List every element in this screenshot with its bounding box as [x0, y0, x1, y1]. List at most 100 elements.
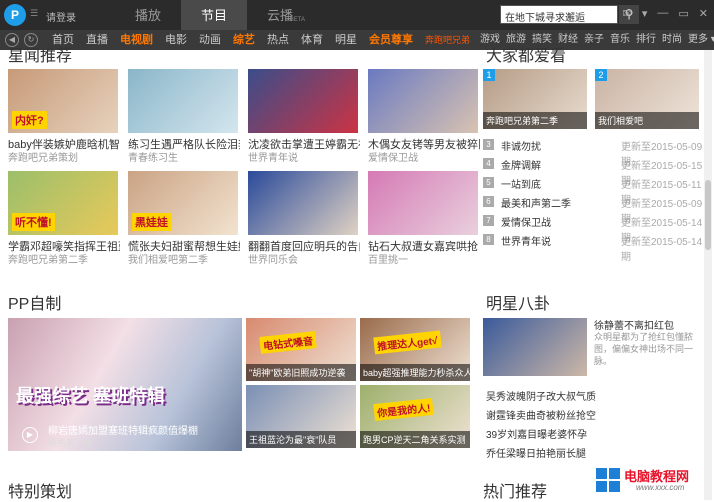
section-title-gossip: 明星八卦	[486, 296, 551, 313]
window-controls: ✉ ▾ — ▭ ✕	[623, 7, 708, 20]
pp-feature-title-art: 最强综艺 塞班特辑	[16, 386, 166, 406]
search-input[interactable]: 在地下城寻求邂逅 ⚲	[500, 5, 639, 24]
rank-update-date: 更新至2015-05-14期	[621, 237, 703, 263]
thumb-sticker: 听不懂!	[12, 213, 55, 231]
watermark: 电脑教程网 www.xxx.com	[596, 466, 708, 496]
ranking-row[interactable]: 8 世界青年说 更新至2015-05-14期	[483, 231, 703, 263]
nav-variety[interactable]: 综艺	[233, 30, 255, 50]
rank-number: 7	[483, 215, 494, 226]
ranking-row[interactable]: 4 金牌调解 更新至2015-05-15期	[483, 155, 703, 187]
section-title-hot-news: 星闻推荐	[8, 48, 73, 65]
pp-video-thumb[interactable]: 推理达人get√ baby超强推理能力秒杀众人	[360, 318, 470, 381]
section-title-pp: PP自制	[8, 296, 62, 313]
pptv-logo[interactable]: P	[4, 4, 26, 26]
gossip-desc: 众明星都为了抢红包懂脓图，偏偏女神出场不同一脉。	[594, 332, 694, 366]
hot-news-show[interactable]: 爱情保卫战	[368, 149, 480, 164]
hot-news-thumb[interactable]	[368, 69, 478, 133]
hot-news-thumb[interactable]	[248, 171, 358, 235]
scrollbar-thumb[interactable]	[705, 180, 711, 250]
pp-feature-caption: 柳岩唐嫣加盟塞班特辑疯颜值爆棚	[48, 426, 198, 437]
nav-running-man[interactable]: 奔跑吧兄弟	[425, 30, 470, 50]
nav-tv[interactable]: 电视剧	[120, 30, 153, 50]
nav-live[interactable]: 直播	[86, 30, 108, 50]
pp-feature-sub: 跑男第一季	[48, 438, 94, 448]
nav-movie[interactable]: 电影	[165, 30, 187, 50]
hot-news-thumb[interactable]	[248, 69, 358, 133]
play-icon[interactable]: ▶	[22, 427, 38, 443]
scrollbar[interactable]	[704, 50, 712, 500]
hot-news-thumb[interactable]: 听不懂!	[8, 171, 118, 235]
section-title-hot-recommend: 热门推荐	[483, 484, 548, 501]
rank-show-name[interactable]: 爱情保卫战	[501, 214, 551, 229]
nav-vip[interactable]: 会员尊享	[369, 30, 413, 50]
ranking-row[interactable]: 7 爱情保卫战 更新至2015-05-14期	[483, 212, 703, 244]
nav-anime[interactable]: 动画	[199, 30, 221, 50]
nav-hot[interactable]: 热点	[267, 30, 289, 50]
skin-icon[interactable]: ✉	[623, 7, 632, 20]
nav-family[interactable]: 亲子	[584, 30, 604, 50]
hot-news-show[interactable]: 青春练习生	[128, 149, 240, 164]
ranking-row[interactable]: 5 一站到底 更新至2015-05-11期	[483, 174, 703, 206]
windows-logo-icon	[596, 468, 620, 492]
rank-show-name[interactable]: 一站到底	[501, 176, 541, 191]
hot-news-thumb[interactable]: 黑娃娃	[128, 171, 238, 235]
nav-more[interactable]: 更多 ▾	[688, 30, 714, 50]
pp-video-title: "胡神"欧弟旧照成功逆袭	[246, 364, 356, 381]
nav-fashion[interactable]: 时尚	[662, 30, 682, 50]
pp-video-thumb[interactable]: 你是我的人! 跑男CP逆天二角关系实测	[360, 385, 470, 448]
close-icon[interactable]: ✕	[699, 7, 708, 20]
rank-number: 8	[483, 234, 494, 245]
hot-news-show[interactable]: 世界同乐会	[248, 251, 360, 266]
gossip-link[interactable]: 谢霆锋卖曲奇被粉丝抢空	[486, 407, 596, 422]
gossip-headline[interactable]: 徐静蕾不离扣红包	[594, 317, 698, 332]
rank-number: 5	[483, 177, 494, 188]
hot-news-show[interactable]: 世界青年说	[248, 149, 360, 164]
gossip-thumb[interactable]	[483, 318, 587, 376]
gossip-link[interactable]: 39岁刘嘉目曝老婆怀孕	[486, 426, 587, 441]
pp-video-thumb[interactable]: 王祖蓝沦为最"衰"队员	[246, 385, 356, 448]
hot-news-thumb[interactable]	[128, 69, 238, 133]
pp-feature-video[interactable]: 最强综艺 塞班特辑 ▶ 柳岩唐嫣加盟塞班特辑疯颜值爆棚 跑男第一季	[8, 318, 242, 451]
pp-video-title: baby超强推理能力秒杀众人	[360, 364, 470, 381]
rank-show-name[interactable]: 非诚勿扰	[501, 138, 541, 153]
section-title-ranking: 大家都爱看	[486, 48, 567, 65]
ranking-thumb-2[interactable]: 2 我们相爱吧	[595, 69, 699, 129]
menu-icon[interactable]: ☰	[30, 8, 38, 19]
settings-icon[interactable]: ▾	[642, 7, 648, 20]
ranking-thumb-1[interactable]: 1 奔跑吧兄弟第二季	[483, 69, 587, 129]
nav-stars[interactable]: 明星	[335, 30, 357, 50]
thumb-sticker: 内奸?	[12, 111, 47, 129]
pp-video-title: 王祖蓝沦为最"衰"队员	[246, 431, 356, 448]
hot-news-thumb[interactable]	[368, 171, 478, 235]
nav-ranking[interactable]: 排行	[636, 30, 656, 50]
thumb-sticker: 黑娃娃	[132, 213, 171, 231]
hot-news-show[interactable]: 百里挑一	[368, 251, 480, 266]
tab-programs[interactable]: 节目	[181, 0, 247, 30]
rank-number: 6	[483, 196, 494, 207]
gossip-link[interactable]: 乔任梁曝日拍艳丽长腿	[486, 445, 586, 460]
hot-news-thumb[interactable]: 内奸?	[8, 69, 118, 133]
minimize-icon[interactable]: —	[657, 7, 668, 20]
title-bar: P ☰ 请登录 播放 节目 云播 BETA 在地下城寻求邂逅 ⚲ ✉ ▾ — ▭ …	[0, 0, 714, 30]
hot-news-show[interactable]: 奔跑吧兄弟第二季	[8, 251, 120, 266]
rank-number: 3	[483, 139, 494, 150]
nav-sports[interactable]: 体育	[301, 30, 323, 50]
ranking-row[interactable]: 6 最美和声第二季 更新至2015-05-09期	[483, 193, 703, 225]
search-value: 在地下城寻求邂逅	[505, 13, 585, 24]
gossip-link[interactable]: 吴秀波魄阴子改大叔气质	[486, 388, 596, 403]
login-link[interactable]: 请登录	[46, 9, 76, 24]
nav-music[interactable]: 音乐	[610, 30, 630, 50]
pp-video-thumb[interactable]: 电钻式嗓音 "胡神"欧弟旧照成功逆袭	[246, 318, 356, 381]
tab-cloud[interactable]: 云播 BETA	[247, 0, 313, 30]
ranking-row[interactable]: 3 非诚勿扰 更新至2015-05-09期	[483, 136, 703, 168]
hot-news-show[interactable]: 奔跑吧兄弟策划	[8, 149, 120, 164]
rank-show-name[interactable]: 最美和声第二季	[501, 195, 571, 210]
category-nav: ◀ ↻ 首页 直播 电视剧 电影 动画 综艺 热点 体育 明星 会员尊享 奔跑吧…	[0, 30, 714, 50]
rank-show-name[interactable]: 金牌调解	[501, 157, 541, 172]
tab-play[interactable]: 播放	[115, 0, 181, 30]
rank-show-name[interactable]: 世界青年说	[501, 233, 551, 248]
hot-news-show[interactable]: 我们相爱吧第二季	[128, 251, 240, 266]
pp-video-title: 跑男CP逆天二角关系实测	[360, 431, 470, 448]
maximize-icon[interactable]: ▭	[678, 7, 688, 20]
main-tabs: 播放 节目 云播 BETA	[115, 0, 313, 30]
